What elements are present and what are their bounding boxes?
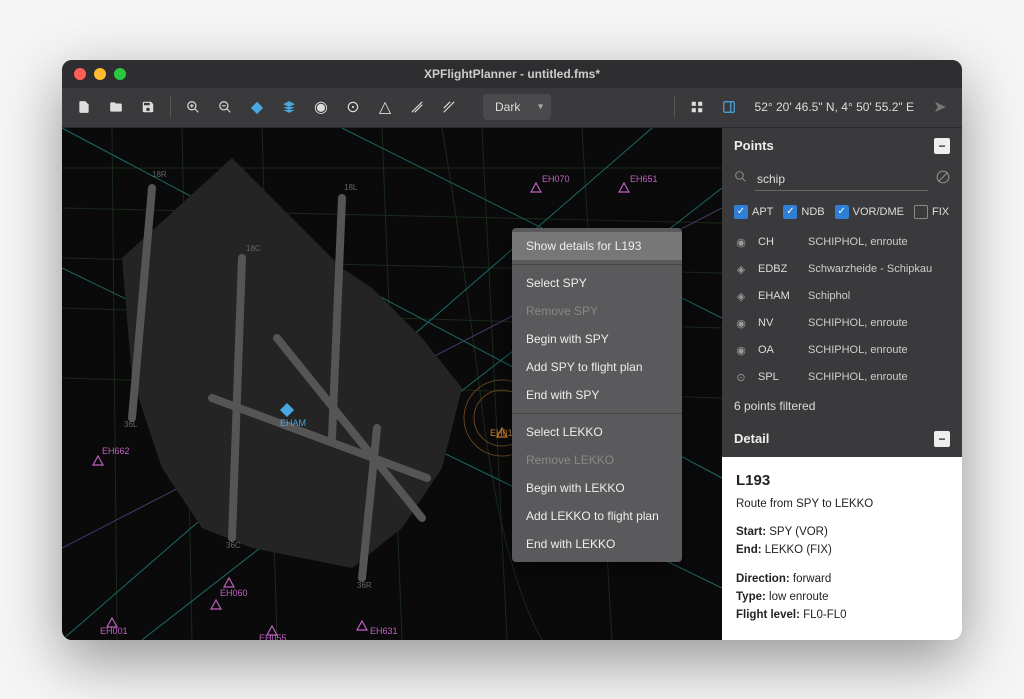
ndb-icon: ◉ [734,236,748,249]
result-code: EDBZ [758,263,798,275]
filter-vordme[interactable]: ✓VOR/DME [835,205,904,219]
detail-subtitle: Route from SPY to LEKKO [736,495,948,513]
toolbar: ◆ ◉ ⊙ △ Dark 52° 20' 46.5" N, 4° 50' 55.… [62,88,962,128]
result-item[interactable]: ◉ OA SCHIPHOL, enroute [722,337,962,364]
context-menu-item: Remove SPY [512,297,682,325]
window-close-button[interactable] [74,68,86,80]
filter-ndb[interactable]: ✓NDB [783,205,824,219]
detail-panel-header: Detail − [722,421,962,457]
context-menu-item[interactable]: Begin with LEKKO [512,474,682,502]
checkbox-icon: ✓ [734,205,748,219]
search-icon [734,170,747,188]
zoom-out-button[interactable] [211,93,239,121]
context-menu-item[interactable]: Show details for L193 [512,232,682,260]
points-panel-header: Points − [722,128,962,164]
context-menu-separator [512,264,682,265]
detail-panel: L193 Route from SPY to LEKKO Start: SPY … [722,457,962,640]
window-maximize-button[interactable] [114,68,126,80]
grid-view-button[interactable] [683,93,711,121]
detail-heading: L193 [736,469,948,493]
sidebar: Points − ✓APT ✓NDB ✓VOR/DME FIX ◉ CH SCHIP… [722,128,962,640]
points-search-input[interactable] [755,168,928,191]
collapse-points-button[interactable]: − [934,138,950,154]
context-menu-item[interactable]: Add SPY to flight plan [512,353,682,381]
locate-button[interactable]: ➤ [926,93,954,121]
window-minimize-button[interactable] [94,68,106,80]
points-panel-title: Points [734,138,774,153]
vor-icon: ⊙ [734,371,748,384]
apt-icon: ◈ [734,290,748,303]
layer-fix-button[interactable]: △ [371,93,399,121]
result-code: EHAM [758,290,798,302]
result-code: OA [758,344,798,356]
collapse-detail-button[interactable]: − [934,431,950,447]
open-file-button[interactable] [102,93,130,121]
context-menu-item[interactable]: Add LEKKO to flight plan [512,502,682,530]
layer-ndb-button[interactable]: ◉ [307,93,335,121]
save-file-button[interactable] [134,93,162,121]
new-file-button[interactable] [70,93,98,121]
titlebar: XPFlightPlanner - untitled.fms* [62,60,962,88]
result-desc: SCHIPHOL, enroute [808,371,950,383]
result-item[interactable]: ◉ NV SCHIPHOL, enroute [722,310,962,337]
layer-stack-button[interactable] [275,93,303,121]
checkbox-icon: ✓ [835,205,849,219]
clear-search-button[interactable] [936,170,950,189]
result-code: SPL [758,371,798,383]
context-menu-item[interactable]: End with SPY [512,381,682,409]
checkbox-icon [914,205,928,219]
result-item[interactable]: ⊙ SPL SCHIPHOL, enroute [722,364,962,391]
layer-airways-high-button[interactable] [435,93,463,121]
result-item[interactable]: ◉ CH SCHIPHOL, enroute [722,229,962,256]
checkbox-icon: ✓ [783,205,797,219]
theme-select[interactable]: Dark [483,94,551,120]
detail-panel-title: Detail [734,431,769,446]
layer-apt-button[interactable]: ◆ [243,93,271,121]
result-item[interactable]: ◈ EHAM Schiphol [722,283,962,310]
zoom-in-button[interactable] [179,93,207,121]
window-title: XPFlightPlanner - untitled.fms* [62,67,962,81]
context-menu-separator [512,413,682,414]
context-menu-item[interactable]: Begin with SPY [512,325,682,353]
context-menu-item[interactable]: Select LEKKO [512,418,682,446]
result-code: NV [758,317,798,329]
result-desc: Schiphol [808,290,950,302]
toolbar-separator [674,96,675,118]
result-item[interactable]: ◈ EDBZ Schwarzheide - Schipkau [722,256,962,283]
layer-airways-low-button[interactable] [403,93,431,121]
context-menu-item[interactable]: Select SPY [512,269,682,297]
result-desc: SCHIPHOL, enroute [808,344,950,356]
filter-apt[interactable]: ✓APT [734,205,773,219]
toolbar-separator [170,96,171,118]
results-count: 6 points filtered [722,391,962,421]
result-desc: Schwarzheide - Schipkau [808,263,950,275]
panel-toggle-button[interactable] [715,93,743,121]
result-desc: SCHIPHOL, enroute [808,236,950,248]
result-code: CH [758,236,798,248]
apt-icon: ◈ [734,263,748,276]
result-desc: SCHIPHOL, enroute [808,317,950,329]
context-menu: Show details for L193 Select SPYRemove SP… [512,228,682,562]
filter-fix[interactable]: FIX [914,205,949,219]
results-list: ◉ CH SCHIPHOL, enroute ◈ EDBZ Schwarzheide - … [722,229,962,391]
ndb-icon: ◉ [734,317,748,330]
context-menu-item: Remove LEKKO [512,446,682,474]
context-menu-item[interactable]: End with LEKKO [512,530,682,558]
layer-vor-button[interactable]: ⊙ [339,93,367,121]
coordinates-display: 52° 20' 46.5" N, 4° 50' 55.2" E [755,100,914,114]
ndb-icon: ◉ [734,344,748,357]
